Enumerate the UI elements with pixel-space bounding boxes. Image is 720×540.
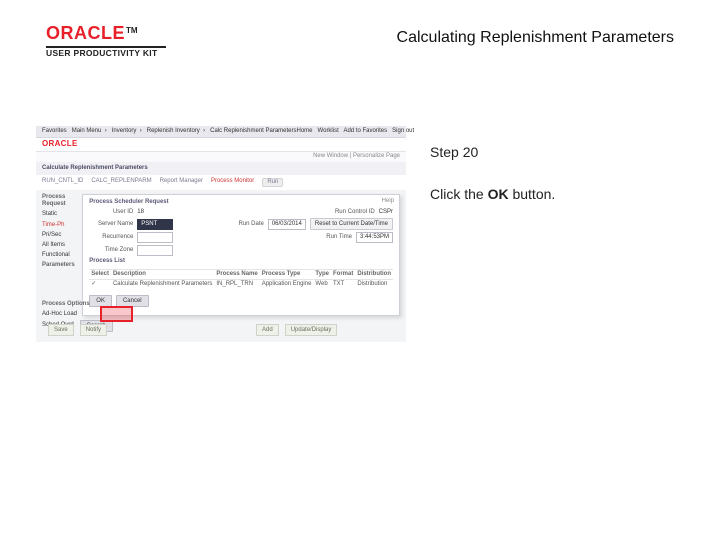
th: Process Name bbox=[214, 269, 259, 279]
side-heading: Process Request bbox=[42, 194, 76, 208]
process-list-table: Select Description Process Name Process … bbox=[89, 269, 393, 289]
inp-server: PSNT bbox=[137, 219, 173, 230]
ok-button-highlight bbox=[100, 306, 133, 322]
side-item: Static bbox=[42, 211, 76, 218]
nav-item: Worklist bbox=[318, 128, 339, 134]
notify-button: Notify bbox=[80, 324, 107, 336]
shot-brand-bar: ORACLE bbox=[36, 138, 406, 152]
lbl-userid: User ID bbox=[89, 209, 133, 216]
th: Type bbox=[313, 269, 331, 279]
inp-rundate: 06/03/2014 bbox=[268, 219, 306, 230]
side-item: All Items bbox=[42, 242, 76, 249]
instruction-bold: OK bbox=[488, 186, 509, 202]
nav-item: Sign out bbox=[392, 128, 414, 134]
shot-breadcrumb: RUN_CNTL_ID CALC_REPLENPARM Report Manag… bbox=[36, 175, 406, 190]
side-item: Pri/Sec bbox=[42, 232, 76, 239]
shot-sidebar: Process Request Static Time-Ph Pri/Sec A… bbox=[42, 194, 76, 316]
lbl-tz: Time Zone bbox=[89, 247, 133, 254]
foot-item: Ad-Hoc Load bbox=[42, 311, 77, 318]
instruction-pre: Click the bbox=[430, 186, 488, 202]
nav-left: Favorites Main Menu › Inventory › Replen… bbox=[42, 128, 297, 135]
embedded-screenshot: Favorites Main Menu › Inventory › Replen… bbox=[36, 126, 406, 342]
th: Format bbox=[331, 269, 355, 279]
shot-lower: Process Options Ad-Hoc Load Sched Ovrd S… bbox=[42, 301, 400, 334]
nav-right: Home Worklist Add to Favorites Sign out bbox=[297, 128, 415, 135]
side-item: Time-Ph bbox=[42, 222, 76, 229]
side-heading: Parameters bbox=[42, 262, 76, 269]
th: Description bbox=[111, 269, 214, 279]
nav-item: Main Menu bbox=[72, 128, 102, 134]
instruction-text: Click the OK button. bbox=[430, 186, 555, 203]
shot-page-heading: Calculate Replenishment Parameters bbox=[36, 162, 406, 175]
bc-link: Report Manager bbox=[160, 178, 203, 187]
step-label: Step 20 bbox=[430, 144, 478, 161]
add-button: Add bbox=[256, 324, 279, 336]
td: Web bbox=[313, 279, 331, 289]
oracle-upk-logo: ORACLETM USER PRODUCTIVITY KIT bbox=[46, 24, 166, 58]
process-scheduler-dialog: Process Scheduler Request Help User ID 1… bbox=[82, 194, 400, 316]
nav-item: Add to Favorites bbox=[343, 128, 387, 134]
table-head: Select Description Process Name Process … bbox=[89, 269, 393, 279]
nav-item: Replenish Inventory bbox=[147, 128, 200, 134]
bc-value: CALC_REPLENPARM bbox=[91, 178, 151, 187]
th: Process Type bbox=[260, 269, 314, 279]
save-button: Save bbox=[48, 324, 74, 336]
shot-oracle-word: ORACLE bbox=[42, 139, 78, 148]
td: Application Engine bbox=[260, 279, 314, 289]
lbl-server: Server Name bbox=[89, 221, 133, 228]
td: ✓ bbox=[89, 279, 111, 289]
th: Select bbox=[89, 269, 111, 279]
nav-item: Home bbox=[297, 128, 313, 134]
val-runctl: CSPr bbox=[379, 209, 393, 216]
val-userid: 18 bbox=[137, 209, 144, 216]
instruction-post: button. bbox=[509, 186, 556, 202]
page-title: Calculating Replenishment Parameters bbox=[397, 28, 674, 47]
dialog-title: Process Scheduler Request bbox=[89, 199, 393, 206]
side-item: Functional bbox=[42, 252, 76, 259]
foot-heading: Process Options bbox=[42, 301, 400, 308]
dialog-help: Help bbox=[382, 198, 394, 205]
inp-recur bbox=[137, 232, 173, 243]
toolbar-left: Save Notify bbox=[48, 324, 107, 336]
shot-sub-links: New Window | Personalize Page bbox=[36, 152, 406, 161]
inp-runtime: 3:44:53PM bbox=[356, 232, 393, 243]
nav-item: Inventory bbox=[112, 128, 137, 134]
shot-top-nav: Favorites Main Menu › Inventory › Replen… bbox=[36, 126, 406, 138]
lbl-runctl: Run Control ID bbox=[331, 209, 375, 216]
lbl-runtime: Run Time bbox=[308, 234, 352, 241]
nav-item: Favorites bbox=[42, 128, 67, 134]
toolbar-right: Add Update/Display bbox=[256, 324, 337, 336]
bc-label: RUN_CNTL_ID bbox=[42, 178, 83, 187]
process-list-heading: Process List bbox=[89, 258, 393, 265]
td: IN_RPL_TRN bbox=[214, 279, 259, 289]
inp-tz bbox=[137, 245, 173, 256]
bc-process-monitor: Process Monitor bbox=[211, 178, 254, 187]
td: Calculate Replenishment Parameters bbox=[111, 279, 214, 289]
lbl-recur: Recurrence bbox=[89, 234, 133, 241]
table-row: ✓ Calculate Replenishment Parameters IN_… bbox=[89, 279, 393, 289]
td: Distribution bbox=[355, 279, 393, 289]
lbl-rundate: Run Date bbox=[220, 221, 264, 228]
update-display-button: Update/Display bbox=[285, 324, 338, 336]
td: TXT bbox=[331, 279, 355, 289]
logo-tm: TM bbox=[126, 26, 138, 35]
nav-item: Calc Replenishment Parameters bbox=[210, 128, 296, 134]
logo-subtitle: USER PRODUCTIVITY KIT bbox=[46, 49, 166, 58]
logo-word: ORACLE bbox=[46, 23, 125, 43]
run-button: Run bbox=[262, 178, 283, 187]
reset-button: Reset to Current Date/Time bbox=[310, 218, 393, 230]
th: Distribution bbox=[355, 269, 393, 279]
